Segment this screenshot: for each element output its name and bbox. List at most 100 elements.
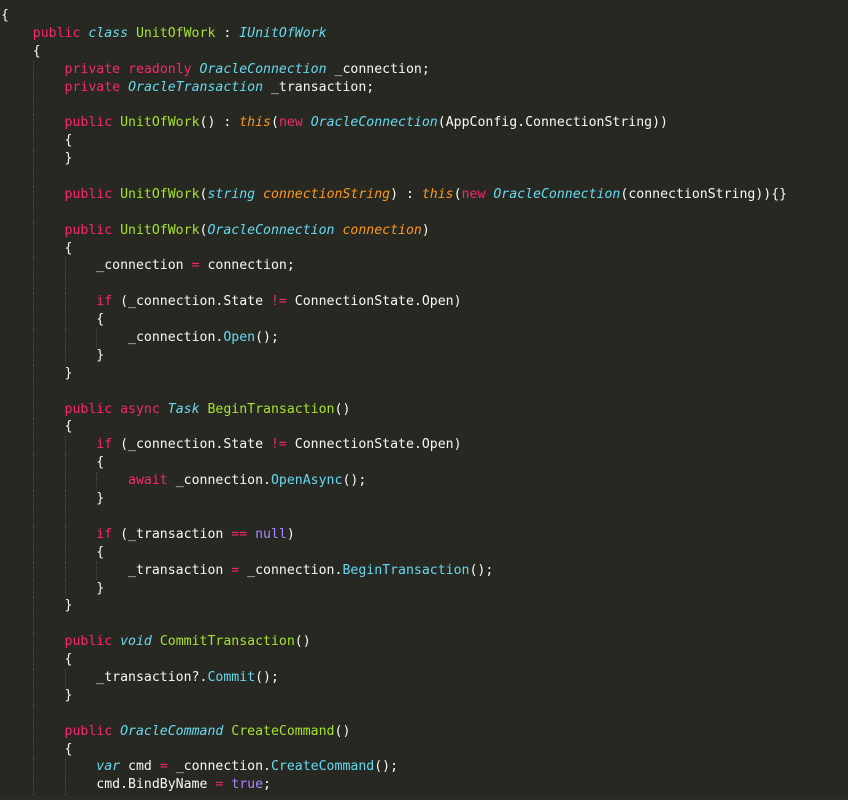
code-token: Open: [223, 330, 256, 346]
code-line[interactable]: }: [0, 364, 787, 383]
indent-guide: [32, 722, 34, 741]
code-line[interactable]: {: [0, 418, 787, 437]
code-line[interactable]: ​: [0, 382, 787, 401]
code-line[interactable]: _connection = connection;: [0, 257, 787, 276]
code-line[interactable]: if (_connection.State != ConnectionState…: [0, 436, 787, 455]
code-line[interactable]: public UnitOfWork() : this(new OracleCon…: [0, 114, 787, 133]
indent-guide: [32, 597, 34, 616]
code-token: {: [64, 741, 73, 757]
code-line[interactable]: }: [0, 490, 787, 508]
code-line[interactable]: ​: [0, 507, 787, 526]
code-token: {: [1, 8, 9, 23]
code-line[interactable]: ​: [0, 168, 787, 186]
indent-guide: [64, 758, 66, 777]
code-line[interactable]: {: [0, 740, 787, 759]
code-token: this: [239, 115, 271, 131]
code-line[interactable]: ​: [0, 615, 787, 634]
indent-guide: [64, 490, 66, 508]
code-token: OracleConnection: [310, 115, 438, 131]
code-line[interactable]: public UnitOfWork(OracleConnection conne…: [0, 221, 787, 240]
code-line[interactable]: {: [0, 543, 787, 562]
code-token: OracleConnection: [199, 61, 327, 77]
code-token: BeginTransaction: [342, 562, 470, 578]
horizontal-scrollbar[interactable]: [0, 795, 848, 800]
code-line[interactable]: }: [0, 597, 787, 616]
indent-guide: [64, 668, 66, 687]
indent-guide: [32, 561, 34, 580]
code-token: (_connection.State: [112, 294, 271, 310]
code-token: (): [334, 723, 351, 739]
code-line[interactable]: {: [0, 43, 787, 61]
code-line[interactable]: ​: [0, 203, 787, 222]
code-line[interactable]: {: [0, 7, 787, 25]
code-line[interactable]: var cmd = _connection.CreateCommand();: [0, 758, 787, 777]
code-line[interactable]: {: [0, 651, 787, 669]
code-line[interactable]: if (_connection.State != ConnectionState…: [0, 293, 787, 312]
code-token: CommitTransaction: [159, 634, 295, 650]
code-token: Task: [167, 401, 200, 417]
code-text-area[interactable]: { public class UnitOfWork : IUnitOfWork …: [0, 7, 787, 800]
indent-guide: [32, 293, 34, 312]
code-line[interactable]: public void CommitTransaction(): [0, 633, 787, 652]
code-token: cmd: [128, 759, 160, 775]
code-line[interactable]: ​: [0, 96, 787, 115]
code-line[interactable]: public UnitOfWork (string connectionStrin…: [0, 185, 787, 204]
code-line[interactable]: public OracleCommand CreateCommand(): [0, 722, 787, 741]
code-line[interactable]: {: [0, 454, 787, 473]
code-token: {: [96, 544, 105, 560]
code-token: private: [64, 79, 129, 95]
code-token: _transaction: [128, 562, 232, 578]
code-line[interactable]: await _connection.OpenAsync();: [0, 472, 787, 491]
code-line[interactable]: }: [0, 686, 787, 705]
code-token: _connection;: [326, 61, 430, 77]
indent-guide: [32, 418, 34, 437]
code-token: ;: [263, 777, 271, 793]
code-line[interactable]: _connection.Open();: [0, 329, 787, 347]
code-line[interactable]: private readonly OracleConnection _conne…: [0, 60, 787, 79]
code-line[interactable]: ​: [0, 275, 787, 294]
code-token: string: [207, 186, 264, 202]
code-token: cmd.BindByName: [96, 777, 216, 793]
code-token: if: [96, 294, 113, 310]
code-token: public: [64, 634, 121, 650]
code-editor[interactable]: { public class UnitOfWork : IUnitOfWork …: [0, 0, 848, 800]
indent-guide: [64, 293, 66, 312]
code-token: _connection.: [128, 330, 224, 346]
code-token: await: [128, 473, 168, 489]
code-line[interactable]: public class UnitOfWork : IUnitOfWork: [0, 25, 787, 43]
code-line[interactable]: }: [0, 150, 787, 169]
code-token: {: [64, 240, 73, 256]
code-line[interactable]: {: [0, 311, 787, 330]
code-token: (: [270, 115, 279, 131]
code-line[interactable]: cmd.BindByName = true;: [0, 776, 787, 795]
code-line[interactable]: if (_transaction == null): [0, 525, 787, 544]
indent-guide: [64, 454, 66, 473]
code-token: OpenAsync: [270, 473, 343, 489]
code-line[interactable]: }: [0, 579, 787, 598]
indent-guide: [32, 615, 34, 634]
code-token: ();: [255, 669, 279, 685]
indent-guide: [64, 776, 66, 795]
code-line[interactable]: public async Task BeginTransaction(): [0, 400, 787, 419]
code-line[interactable]: private OracleTransaction _transaction;: [0, 78, 787, 97]
code-token: _connection.: [167, 759, 271, 775]
code-token: }: [64, 687, 73, 703]
code-token: new: [278, 115, 311, 131]
indent-guide: [32, 525, 34, 544]
code-line[interactable]: _transaction?.Commit();: [0, 668, 787, 687]
code-token: public: [64, 723, 121, 739]
code-token: var: [96, 759, 129, 775]
code-token: public: [64, 115, 121, 131]
indent-guide: [96, 472, 98, 491]
code-line[interactable]: {: [0, 239, 787, 258]
code-line[interactable]: {: [0, 132, 787, 151]
code-line[interactable]: ​: [0, 704, 787, 723]
code-token: (): [334, 401, 351, 417]
code-line[interactable]: _transaction = _connection.BeginTransact…: [0, 561, 787, 580]
code-line[interactable]: }: [0, 346, 787, 365]
